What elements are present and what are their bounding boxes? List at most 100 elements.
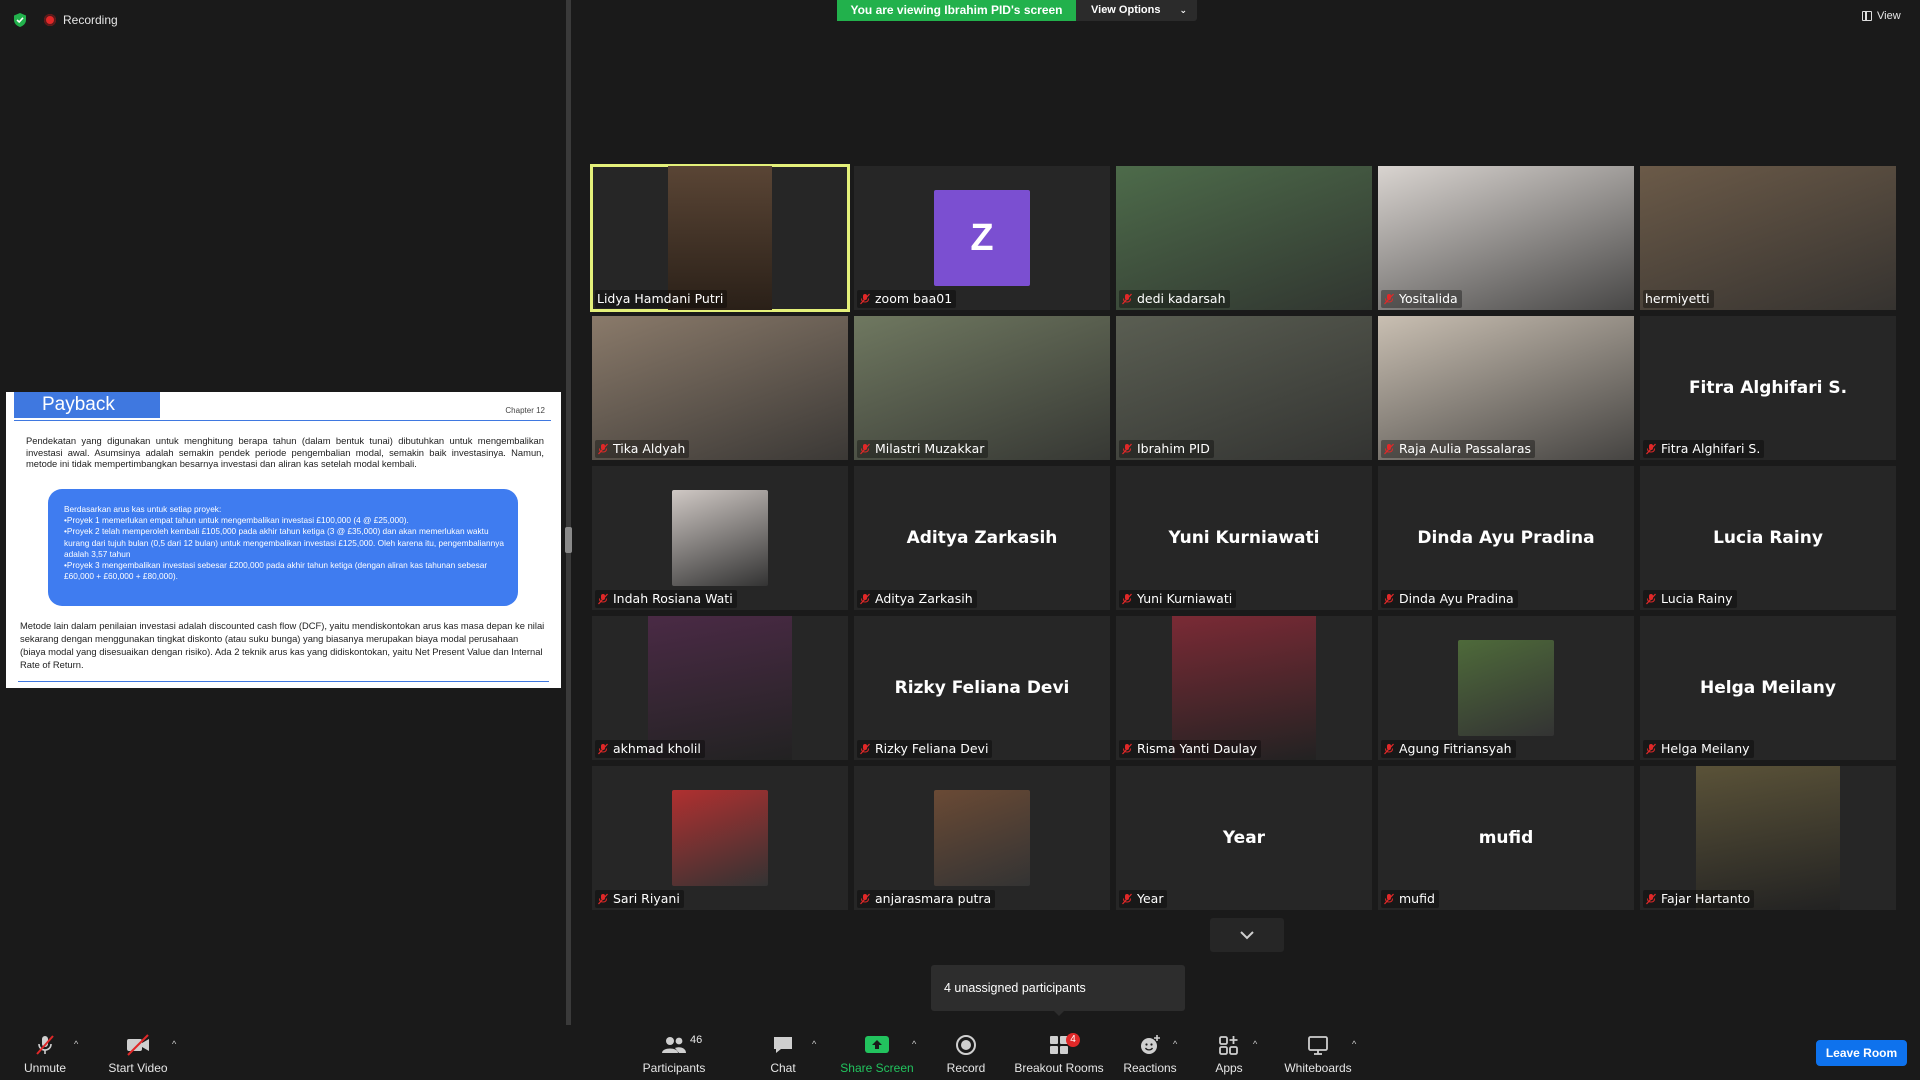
view-options-button[interactable]: View Options ⌄ (1076, 0, 1197, 21)
participant-name-label: hermiyetti (1643, 290, 1714, 308)
chat-bubble-icon (774, 1037, 792, 1053)
share-screen-button[interactable]: Share Screen (840, 1033, 914, 1075)
whiteboards-button[interactable]: Whiteboards (1282, 1033, 1354, 1075)
participant-tile[interactable]: Risma Yanti Daulay (1116, 616, 1372, 760)
participant-name: akhmad kholil (613, 741, 701, 756)
participant-tile[interactable]: Lucia Rainy Lucia Rainy (1640, 466, 1896, 610)
participant-display-name: Year (1222, 828, 1266, 848)
participant-profile-photo (1696, 766, 1840, 910)
participant-tile[interactable]: Aditya Zarkasih Aditya Zarkasih (854, 466, 1110, 610)
layout-view-icon (1862, 11, 1872, 21)
participant-name: Dinda Ayu Pradina (1399, 591, 1514, 606)
breakout-rooms-button[interactable]: 4 Breakout Rooms (1014, 1033, 1104, 1075)
participant-tile[interactable]: anjarasmara putra (854, 766, 1110, 910)
participant-tile[interactable]: Sari Riyani (592, 766, 848, 910)
participant-tile[interactable]: Agung Fitriansyah (1378, 616, 1634, 760)
view-button[interactable]: View (1862, 10, 1901, 22)
participants-count: 46 (690, 1034, 703, 1046)
audio-options-caret-icon[interactable]: ^ (74, 1039, 78, 1049)
participant-name: hermiyetti (1645, 291, 1710, 306)
microphone-muted-icon (1384, 293, 1394, 305)
participant-tile[interactable]: Year Year (1116, 766, 1372, 910)
panel-resize-handle[interactable] (565, 527, 572, 553)
participant-tile[interactable]: Indah Rosiana Wati (592, 466, 848, 610)
participant-profile-photo (1458, 640, 1554, 736)
slide-title: Payback (14, 392, 160, 418)
participant-tile[interactable]: Yositalida (1378, 166, 1634, 310)
slide-title-rule (14, 420, 551, 421)
participant-tile[interactable]: Yuni Kurniawati Yuni Kurniawati (1116, 466, 1372, 610)
microphone-muted-icon (1122, 893, 1132, 905)
participant-name-label: Yuni Kurniawati (1119, 590, 1237, 608)
participant-tile[interactable]: mufid mufid (1378, 766, 1634, 910)
participant-tile[interactable]: Fajar Hartanto (1640, 766, 1896, 910)
reactions-button[interactable]: Reactions (1122, 1033, 1178, 1075)
participant-tile[interactable]: Dinda Ayu Pradina Dinda Ayu Pradina (1378, 466, 1634, 610)
participants-icon (662, 1037, 686, 1053)
whiteboards-options-caret-icon[interactable]: ^ (1352, 1039, 1356, 1049)
gallery-grid: Lidya Hamdani Putri Zzoom baa01 dedi kadar… (590, 164, 1904, 914)
participant-name-label: Agung Fitriansyah (1381, 740, 1516, 758)
participant-name: zoom baa01 (875, 291, 953, 306)
participant-tile[interactable]: Rizky Feliana Devi Rizky Feliana Devi (854, 616, 1110, 760)
recording-dot-icon (44, 14, 56, 26)
reactions-options-caret-icon[interactable]: ^ (1173, 1039, 1177, 1049)
participant-tile[interactable]: Ibrahim PID (1116, 316, 1372, 460)
apps-icon (1219, 1036, 1238, 1055)
gallery-next-page-button[interactable] (1210, 918, 1284, 952)
encryption-shield-icon[interactable] (12, 12, 28, 28)
participant-name: Lucia Rainy (1661, 591, 1733, 606)
unmute-button[interactable]: Unmute (18, 1033, 72, 1075)
participant-name: Sari Riyani (613, 891, 680, 906)
participants-button[interactable]: 46 Participants (640, 1033, 708, 1075)
microphone-muted-icon (1122, 743, 1132, 755)
microphone-muted-icon (1384, 743, 1394, 755)
apps-button[interactable]: Apps (1212, 1033, 1246, 1075)
record-button[interactable]: Record (944, 1033, 988, 1075)
participant-tile[interactable]: hermiyetti (1640, 166, 1896, 310)
participant-video (1116, 316, 1372, 460)
slide-box-line: •Proyek 3 mengembalikan investasi sebesa… (64, 560, 488, 582)
start-video-label: Start Video (108, 1061, 168, 1075)
participants-label: Participants (642, 1061, 706, 1075)
video-options-caret-icon[interactable]: ^ (172, 1039, 176, 1049)
participant-name-label: akhmad kholil (595, 740, 705, 758)
chat-button[interactable]: Chat (766, 1033, 800, 1075)
recording-indicator[interactable]: Recording (44, 13, 118, 27)
start-video-button[interactable]: Start Video (106, 1033, 170, 1075)
meeting-toolbar: Unmute ^ Start Video ^ 46 Participants C… (0, 1025, 1920, 1080)
participant-tile[interactable]: Lidya Hamdani Putri (590, 164, 850, 312)
microphone-muted-icon (1122, 593, 1132, 605)
participant-tile[interactable]: Tika Aldyah (592, 316, 848, 460)
apps-options-caret-icon[interactable]: ^ (1253, 1039, 1257, 1049)
panel-divider[interactable] (566, 0, 571, 1025)
participant-tile[interactable]: Raja Aulia Passalaras (1378, 316, 1634, 460)
participant-name: Rizky Feliana Devi (875, 741, 989, 756)
leave-room-button[interactable]: Leave Room (1816, 1040, 1907, 1066)
participant-name: mufid (1399, 891, 1435, 906)
slide-chapter: Chapter 12 (505, 406, 545, 415)
participant-name-label: zoom baa01 (857, 290, 957, 308)
participant-name: Fitra Alghifari S. (1661, 441, 1761, 456)
participant-name: Fajar Hartanto (1661, 891, 1751, 906)
participant-tile[interactable]: Zzoom baa01 (854, 166, 1110, 310)
microphone-muted-icon (1122, 443, 1132, 455)
participant-tile[interactable]: akhmad kholil (592, 616, 848, 760)
participant-tile[interactable]: Milastri Muzakkar (854, 316, 1110, 460)
participant-display-name: Fitra Alghifari S. (1688, 378, 1848, 398)
participant-tile[interactable]: Fitra Alghifari S. Fitra Alghifari S. (1640, 316, 1896, 460)
participant-video (1116, 166, 1372, 310)
chat-options-caret-icon[interactable]: ^ (812, 1039, 816, 1049)
participant-name: Helga Meilany (1661, 741, 1750, 756)
participant-tile[interactable]: dedi kadarsah (1116, 166, 1372, 310)
view-options-label: View Options (1091, 4, 1161, 16)
participant-name-label: Yositalida (1381, 290, 1462, 308)
participant-name: Lidya Hamdani Putri (597, 291, 724, 306)
camera-off-icon (127, 1034, 149, 1056)
share-options-caret-icon[interactable]: ^ (912, 1039, 916, 1049)
whiteboard-icon (1308, 1036, 1328, 1055)
microphone-muted-icon (1384, 443, 1394, 455)
participant-name-label: Rizky Feliana Devi (857, 740, 993, 758)
breakout-badge: 4 (1066, 1033, 1080, 1047)
participant-tile[interactable]: Helga Meilany Helga Meilany (1640, 616, 1896, 760)
